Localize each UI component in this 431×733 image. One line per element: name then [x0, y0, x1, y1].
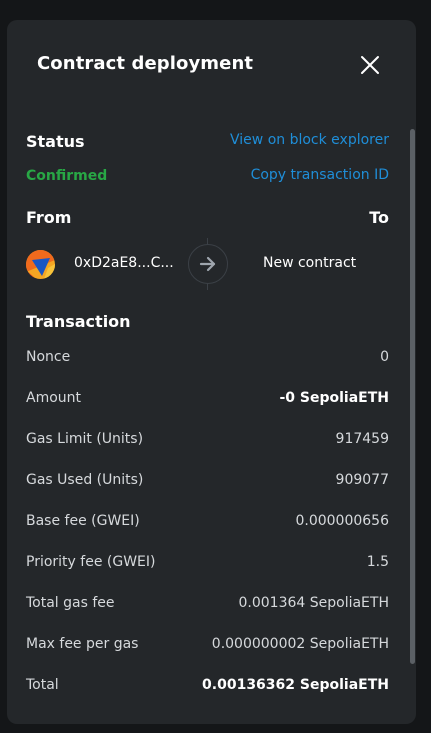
row-label: Total gas fee: [26, 595, 115, 611]
row-value: 917459: [335, 431, 389, 447]
row-label: Total: [26, 677, 59, 693]
gas-used-row: Gas Used (Units) 909077: [26, 472, 389, 492]
row-label: Gas Limit (Units): [26, 431, 144, 447]
row-label: Gas Used (Units): [26, 472, 144, 488]
base-fee-row: Base fee (GWEI) 0.000000656: [26, 513, 389, 533]
row-value: 0.000000002 SepoliaETH: [211, 636, 389, 652]
row-value: 0: [380, 349, 389, 365]
row-label: Max fee per gas: [26, 636, 139, 652]
row-value: 0.00136362 SepoliaETH: [202, 677, 389, 693]
row-value: 0.000000656: [295, 513, 389, 529]
from-heading: From: [26, 208, 72, 227]
scrollbar[interactable]: [410, 129, 415, 664]
row-label: Nonce: [26, 349, 71, 365]
view-on-block-explorer-link[interactable]: View on block explorer: [230, 132, 389, 148]
to-heading: To: [369, 208, 389, 227]
avatar-icon: [26, 250, 55, 279]
row-label: Amount: [26, 390, 82, 406]
amount-row: Amount -0 SepoliaETH: [26, 390, 389, 410]
nonce-row: Nonce 0: [26, 349, 389, 369]
transaction-heading: Transaction: [26, 312, 131, 331]
to-recipient: New contract: [263, 255, 357, 271]
account-avatar: [26, 250, 55, 279]
total-row: Total 0.00136362 SepoliaETH: [26, 677, 389, 697]
arrow-right-icon: [199, 256, 216, 272]
close-icon: [361, 56, 379, 74]
row-value: 0.001364 SepoliaETH: [238, 595, 390, 611]
row-value: 1.5: [366, 554, 389, 570]
gas-limit-row: Gas Limit (Units) 917459: [26, 431, 389, 451]
total-gas-fee-row: Total gas fee 0.001364 SepoliaETH: [26, 595, 389, 615]
status-badge: Confirmed: [26, 168, 108, 184]
row-value: -0 SepoliaETH: [279, 390, 389, 406]
modal-title: Contract deployment: [37, 53, 254, 74]
row-label: Base fee (GWEI): [26, 513, 140, 529]
row-label: Priority fee (GWEI): [26, 554, 156, 570]
max-fee-per-gas-row: Max fee per gas 0.000000002 SepoliaETH: [26, 636, 389, 656]
status-heading: Status: [26, 132, 85, 151]
priority-fee-row: Priority fee (GWEI) 1.5: [26, 554, 389, 574]
row-value: 909077: [335, 472, 389, 488]
copy-transaction-id-link[interactable]: Copy transaction ID: [251, 167, 389, 183]
transaction-details-modal: Contract deployment Status View on block…: [7, 20, 416, 724]
arrow-circle: [188, 244, 228, 284]
from-address[interactable]: 0xD2aE8...C...: [74, 255, 174, 271]
close-button[interactable]: [359, 54, 381, 76]
